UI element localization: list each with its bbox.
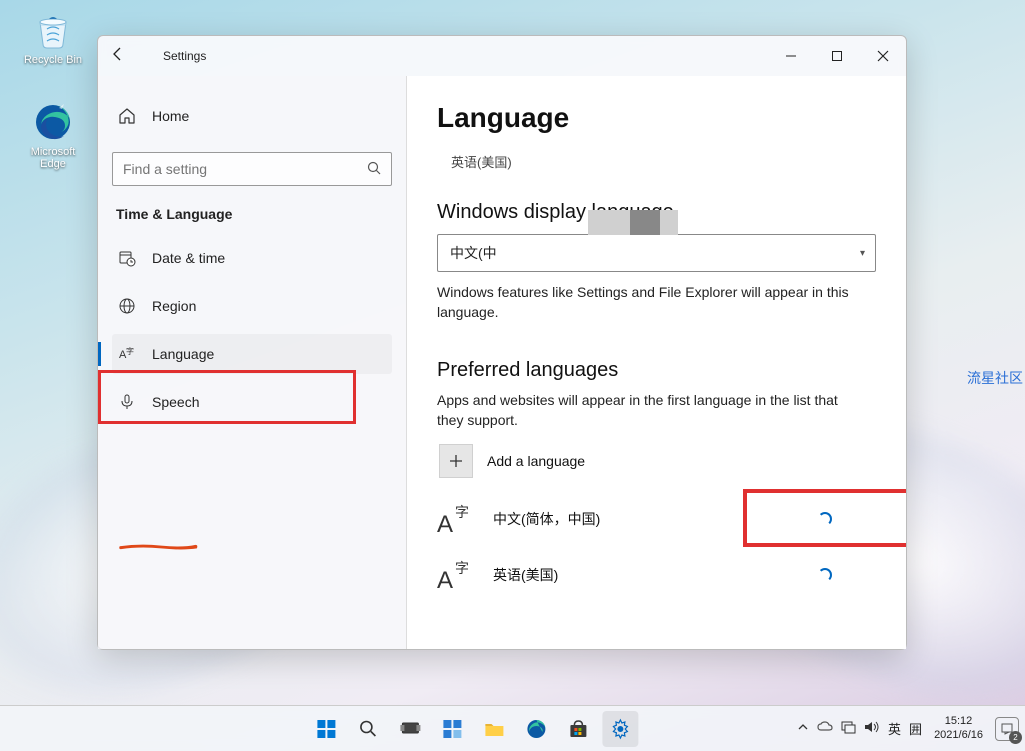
taskbar-clock[interactable]: 15:12 2021/6/16 bbox=[934, 715, 983, 743]
onedrive-icon[interactable] bbox=[817, 721, 833, 736]
taskbar-center bbox=[308, 711, 638, 747]
add-language-button[interactable]: Add a language bbox=[437, 442, 665, 480]
recycle-bin-label: Recycle Bin bbox=[18, 54, 88, 66]
titlebar: Settings bbox=[98, 36, 906, 76]
tray-chevron-icon[interactable] bbox=[797, 721, 809, 736]
clock-date: 2021/6/16 bbox=[934, 729, 983, 743]
language-glyph-icon: A字 bbox=[437, 502, 477, 536]
recycle-bin-icon bbox=[31, 8, 75, 52]
svg-text:字: 字 bbox=[126, 346, 134, 356]
nav-speech[interactable]: Speech bbox=[112, 382, 392, 422]
window-title: Settings bbox=[163, 49, 206, 63]
nav-home[interactable]: Home bbox=[112, 96, 392, 136]
nav-speech-label: Speech bbox=[152, 394, 199, 410]
search-input[interactable] bbox=[123, 161, 367, 177]
sidebar-section-heading: Time & Language bbox=[116, 206, 392, 222]
nav-date-time-label: Date & time bbox=[152, 250, 225, 266]
nav-region-label: Region bbox=[152, 298, 196, 314]
notification-center-button[interactable]: 2 bbox=[995, 717, 1019, 741]
ime-language-indicator[interactable]: 英 bbox=[888, 719, 901, 738]
watermark-text: 流星社区 bbox=[967, 368, 1023, 388]
taskbar-search-button[interactable] bbox=[350, 711, 386, 747]
search-box[interactable] bbox=[112, 152, 392, 186]
system-tray: 英 囲 bbox=[797, 719, 922, 738]
language-icon: A字 bbox=[118, 345, 136, 363]
svg-text:字: 字 bbox=[455, 504, 469, 520]
svg-text:A: A bbox=[437, 511, 453, 536]
taskbar-right: 英 囲 15:12 2021/6/16 2 bbox=[797, 706, 1019, 751]
loading-spinner-icon bbox=[818, 568, 832, 582]
nav-language[interactable]: A字 Language bbox=[112, 334, 392, 374]
nav-region[interactable]: Region bbox=[112, 286, 392, 326]
content-pane: Language 英语(美国) Windows display language… bbox=[406, 76, 906, 649]
widgets-button[interactable] bbox=[434, 711, 470, 747]
ime-mode-indicator[interactable]: 囲 bbox=[909, 719, 922, 738]
language-item-label: 中文(简体，中国) bbox=[493, 509, 600, 529]
clock-time: 15:12 bbox=[934, 715, 983, 729]
nav-home-label: Home bbox=[152, 108, 189, 124]
language-glyph-icon: A字 bbox=[437, 558, 477, 592]
globe-icon bbox=[118, 297, 136, 315]
nav-language-label: Language bbox=[152, 346, 214, 362]
taskbar: 英 囲 15:12 2021/6/16 2 bbox=[0, 705, 1025, 751]
edge-icon bbox=[31, 100, 75, 144]
store-button[interactable] bbox=[560, 711, 596, 747]
add-language-label: Add a language bbox=[487, 453, 585, 469]
nav-date-time[interactable]: Date & time bbox=[112, 238, 392, 278]
settings-window: Settings Home Ti bbox=[97, 35, 907, 650]
network-icon[interactable] bbox=[841, 720, 856, 737]
plus-icon bbox=[439, 444, 473, 478]
svg-text:字: 字 bbox=[455, 560, 469, 576]
loading-spinner-icon bbox=[818, 512, 832, 526]
search-icon bbox=[367, 161, 381, 178]
preferred-languages-heading: Preferred languages bbox=[437, 359, 876, 382]
display-language-dropdown[interactable]: 中文(中 ▾ bbox=[437, 234, 876, 272]
minimize-button[interactable] bbox=[768, 40, 814, 72]
edge-label: Microsoft Edge bbox=[18, 146, 88, 170]
desktop-icon-edge[interactable]: Microsoft Edge bbox=[18, 100, 88, 170]
back-button[interactable] bbox=[98, 46, 138, 67]
language-item-chinese[interactable]: A字 中文(简体，中国) bbox=[437, 502, 876, 536]
desktop-icon-recycle-bin[interactable]: Recycle Bin bbox=[18, 8, 88, 66]
home-icon bbox=[118, 107, 136, 125]
annotation-scribble bbox=[102, 542, 216, 552]
notification-badge: 2 bbox=[1009, 731, 1022, 744]
language-item-english[interactable]: A字 英语(美国) bbox=[437, 558, 876, 592]
edge-taskbar-button[interactable] bbox=[518, 711, 554, 747]
page-title: Language bbox=[437, 102, 876, 134]
chevron-down-icon: ▾ bbox=[860, 248, 865, 259]
display-language-caption: Windows features like Settings and File … bbox=[437, 282, 867, 323]
volume-icon[interactable] bbox=[864, 720, 880, 737]
breadcrumb: 英语(美国) bbox=[451, 152, 876, 171]
display-language-value: 中文(中 bbox=[450, 243, 497, 263]
sidebar: Home Time & Language Date & time Reg bbox=[98, 76, 406, 649]
microphone-icon bbox=[118, 393, 136, 411]
file-explorer-button[interactable] bbox=[476, 711, 512, 747]
redaction-block-dark bbox=[630, 210, 660, 235]
settings-taskbar-button[interactable] bbox=[602, 711, 638, 747]
maximize-button[interactable] bbox=[814, 40, 860, 72]
preferred-languages-caption: Apps and websites will appear in the fir… bbox=[437, 390, 867, 431]
language-item-label: 英语(美国) bbox=[493, 565, 558, 585]
calendar-clock-icon bbox=[118, 249, 136, 267]
start-button[interactable] bbox=[308, 711, 344, 747]
close-button[interactable] bbox=[860, 40, 906, 72]
task-view-button[interactable] bbox=[392, 711, 428, 747]
svg-text:A: A bbox=[437, 567, 453, 592]
